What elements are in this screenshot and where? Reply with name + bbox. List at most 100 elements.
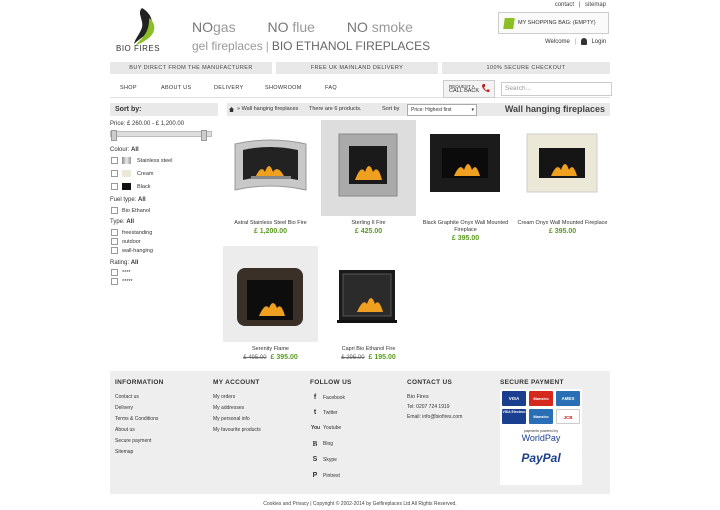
product-price: £ 395.00 (451, 235, 480, 242)
facebook-icon: f (313, 394, 317, 401)
colour-option-stainless[interactable]: Stainless steel (111, 157, 172, 164)
maestro-card-icon: Maestro (529, 391, 553, 406)
footer-follow-title: FOLLOW US (310, 379, 352, 386)
nav-about-us[interactable]: ABOUT US (161, 85, 191, 91)
footer-link-about[interactable]: About us (115, 427, 135, 433)
checkbox[interactable] (111, 269, 118, 276)
welcome-text: Welcome (545, 39, 570, 46)
product-image[interactable] (321, 120, 416, 216)
footer-link-contact[interactable]: Contact us (115, 394, 139, 400)
swatch (122, 183, 131, 190)
colour-option-cream[interactable]: Cream (111, 170, 154, 177)
swatch (122, 157, 131, 164)
footer-link-sitemap[interactable]: Sitemap (115, 449, 133, 455)
footer-youtube[interactable]: You Youtube (311, 424, 341, 432)
colour-filter-label: Colour: All (110, 147, 139, 153)
footer-pinterest[interactable]: P Pintrest (311, 472, 340, 480)
checkbox[interactable] (111, 157, 118, 164)
type-option-outdoor[interactable]: outdoor (111, 238, 141, 245)
footer-link-orders[interactable]: My orders (213, 394, 235, 400)
usp-manufacturer: BUY DIRECT FROM THE MANUFACTURER (110, 62, 272, 74)
price-slider-min-handle[interactable] (111, 130, 117, 141)
product-name[interactable]: Sterling II Fire (321, 220, 416, 227)
type-option-freestanding[interactable]: freestanding (111, 229, 152, 236)
visa-card-icon: VISA (502, 391, 526, 406)
footer-skype[interactable]: S Skype (311, 456, 337, 464)
product-image[interactable] (418, 120, 513, 216)
rating-option-4[interactable]: **** (111, 269, 131, 276)
product-card[interactable]: Cream Onyx Wall Mounted Fireplace £ 395.… (515, 120, 610, 235)
no-gas-flue-smoke: NOgas NO flue NO smoke (192, 19, 441, 35)
footer-facebook[interactable]: f Facebook (311, 394, 345, 402)
sidebar-sort-heading: Sort by: (110, 103, 218, 116)
nav-shop[interactable]: SHOP (120, 85, 137, 91)
old-price: £ 495.00 (243, 355, 267, 361)
product-image[interactable] (515, 120, 610, 216)
footer-link-addresses[interactable]: My addresses (213, 405, 244, 411)
nav-showroom[interactable]: SHOWROOM (265, 85, 302, 91)
search-input[interactable]: Search... (501, 82, 612, 96)
checkbox[interactable] (111, 278, 118, 285)
login-link[interactable]: Login (591, 39, 606, 45)
product-image[interactable] (223, 120, 318, 216)
nav-delivery[interactable]: DELIVERY (214, 85, 244, 91)
copyright: Cookies and Privacy | Copyright © 2002-2… (263, 501, 457, 507)
product-name[interactable]: Black Graphite Onyx Wall Mounted Firepla… (418, 220, 513, 234)
product-card[interactable]: Serenity Flame £ 495.00 £ 395.00 (223, 246, 318, 361)
request-callback-button[interactable]: REQUEST A CALL BACK (443, 80, 495, 98)
checkbox[interactable] (111, 207, 118, 214)
chevron-down-icon: ▾ (471, 107, 474, 113)
breadcrumb-bar: » Wall hanging fireplaces There are 6 pr… (227, 103, 610, 116)
price-slider[interactable] (110, 130, 212, 141)
checkbox[interactable] (111, 170, 118, 177)
sitemap-link[interactable]: sitemap (585, 2, 606, 8)
footer-payment-title: SECURE PAYMENT (500, 379, 564, 386)
sort-select[interactable]: Price: Highest first ▾ (407, 104, 477, 116)
product-card[interactable]: Capri Bio Ethanol Fire £ 295.00 £ 195.00 (321, 246, 416, 361)
type-option-wall-hanging[interactable]: wall-hanging (111, 247, 153, 254)
youtube-icon: You (311, 425, 321, 431)
product-card[interactable]: Black Graphite Onyx Wall Mounted Firepla… (418, 120, 513, 242)
fuel-option-bio-ethanol[interactable]: Bio Ethanol (111, 207, 150, 214)
skype-icon: S (312, 456, 318, 463)
product-name[interactable]: Cream Onyx Wall Mounted Fireplace (515, 220, 610, 227)
home-icon[interactable] (229, 107, 234, 112)
worldpay-logo: WorldPay (521, 433, 561, 443)
nav-faq[interactable]: FAQ (325, 85, 337, 91)
footer-blog[interactable]: B Blog (311, 440, 333, 448)
footer-link-favourites[interactable]: My favourite products (213, 427, 261, 433)
product-name[interactable]: Serenity Flame (223, 346, 318, 353)
footer-link-secure-payment[interactable]: Secure payment (115, 438, 151, 444)
usp-secure: 100% SECURE CHECKOUT (442, 62, 610, 74)
product-card[interactable]: Sterling II Fire £ 425.00 (321, 120, 416, 235)
top-links: contact | sitemap (554, 2, 606, 8)
product-image[interactable] (223, 246, 318, 342)
product-image[interactable] (321, 246, 416, 342)
jcb-card-icon: JCB (556, 409, 580, 424)
rating-option-5[interactable]: ***** (111, 278, 133, 285)
colour-option-black[interactable]: Black (111, 183, 150, 190)
category-title: Wall hanging fireplaces (504, 104, 605, 114)
checkbox[interactable] (111, 183, 118, 190)
maestro-blue-card-icon: Maestro (529, 409, 553, 424)
footer-link-terms[interactable]: Terms & Conditions (115, 416, 158, 422)
price-slider-max-handle[interactable] (201, 130, 207, 141)
product-name[interactable]: Capri Bio Ethanol Fire (321, 346, 416, 353)
phone-icon (482, 84, 490, 93)
footer-link-delivery[interactable]: Delivery (115, 405, 133, 411)
contact-link[interactable]: contact (555, 2, 574, 8)
user-icon (581, 38, 588, 45)
breadcrumb: » Wall hanging fireplaces (237, 106, 299, 112)
checkbox[interactable] (111, 238, 118, 245)
shopping-bag[interactable]: MY SHOPPING BAG: (EMPTY) (498, 12, 609, 34)
amex-card-icon: AMEX (556, 391, 580, 406)
checkbox[interactable] (111, 229, 118, 236)
footer-twitter[interactable]: t Twitter (311, 409, 338, 417)
checkbox[interactable] (111, 247, 118, 254)
product-name[interactable]: Astral Stainless Steel Bio Fire (223, 220, 318, 227)
footer-link-personal-info[interactable]: My personal info (213, 416, 250, 422)
footer-email[interactable]: Email: info@biofires.com (407, 414, 462, 420)
rating-filter-label: Rating: All (110, 260, 139, 266)
product-card[interactable]: Astral Stainless Steel Bio Fire £ 1,200.… (223, 120, 318, 235)
product-price: £ 295.00 £ 195.00 (341, 354, 396, 361)
